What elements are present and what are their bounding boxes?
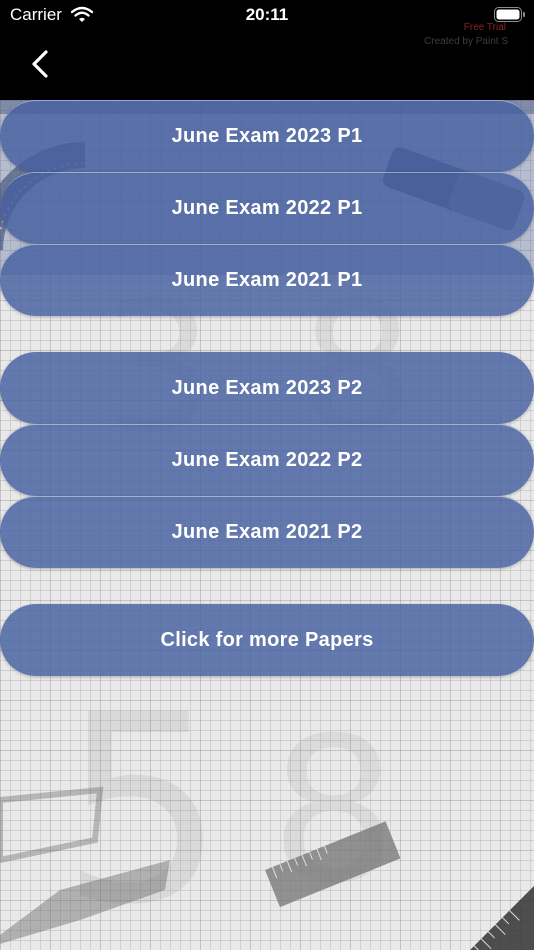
battery-icon: [494, 7, 525, 22]
back-button[interactable]: [22, 44, 62, 88]
watermark-trial-label: Free Trial: [463, 22, 506, 33]
paper-button-june-2022-p1[interactable]: June Exam 2022 P1: [0, 172, 534, 244]
paper-button-june-2021-p2[interactable]: June Exam 2021 P2: [0, 496, 534, 568]
paper-button-june-2023-p2[interactable]: June Exam 2023 P2: [0, 352, 534, 424]
watermark-created-label: Created by Paint S: [424, 36, 508, 47]
paper-button-june-2022-p2[interactable]: June Exam 2022 P2: [0, 424, 534, 496]
more-papers-button[interactable]: Click for more Papers: [0, 604, 534, 676]
chevron-left-icon: [32, 50, 48, 78]
status-bar: Carrier 20:11: [0, 0, 534, 30]
nav-bar: Free Trial Created by Paint S: [0, 22, 534, 100]
paper-button-june-2021-p1[interactable]: June Exam 2021 P1: [0, 244, 534, 316]
paper-button-june-2023-p1[interactable]: June Exam 2023 P1: [0, 100, 534, 172]
clock: 20:11: [245, 5, 289, 24]
